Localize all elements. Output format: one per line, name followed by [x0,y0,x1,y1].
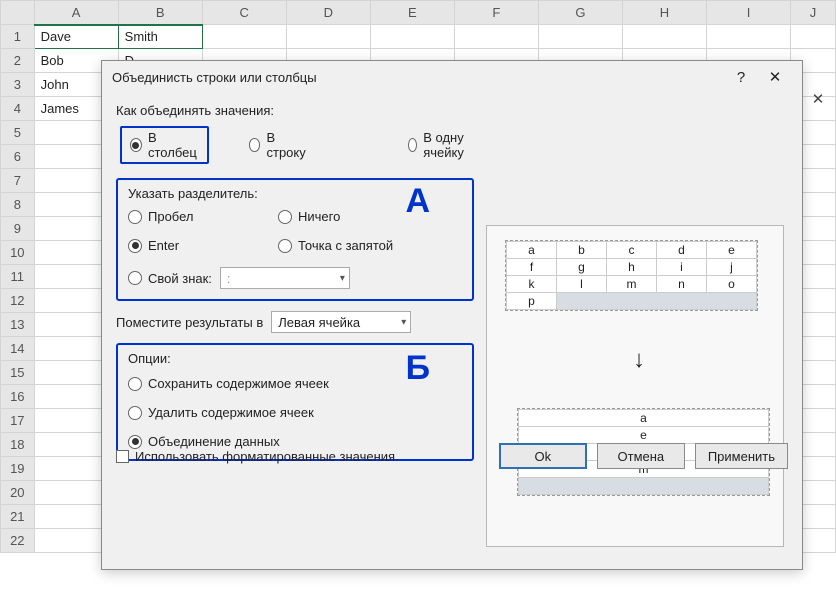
result-location-select[interactable]: Левая ячейка ▾ [271,311,411,333]
radio-sep-enter[interactable]: Enter [128,238,278,253]
cell[interactable] [286,25,370,49]
checkbox-use-formatted[interactable]: Использовать форматированные значения. [116,449,399,464]
col-header[interactable]: B [118,1,202,25]
annotation-letter-a: А [405,182,430,221]
radio-sep-custom[interactable]: Свой знак: [128,271,212,286]
cell[interactable] [706,25,790,49]
checkbox-icon [116,450,129,463]
row-header[interactable]: 21 [1,505,35,529]
how-label: Как объединять значения: [116,103,474,118]
custom-separator-input[interactable]: : ▾ [220,267,350,289]
radio-label: Удалить содержимое ячеек [148,405,314,420]
row-header[interactable]: 9 [1,217,35,241]
col-header[interactable]: F [454,1,538,25]
radio-label: Свой знак: [148,271,212,286]
row-header[interactable]: 16 [1,385,35,409]
radio-label: Ничего [298,209,340,224]
merge-dialog: Объединисть строки или столбцы ? ✕ Как о… [101,60,803,570]
row-header[interactable]: 15 [1,361,35,385]
col-header[interactable]: C [202,1,286,25]
radio-merge-row[interactable]: В строку [249,130,308,160]
cell[interactable] [622,25,706,49]
col-header[interactable]: J [791,1,836,25]
radio-label: В строку [266,130,308,160]
preview-source-table: abcde fghij klmno p [505,240,758,311]
row-header[interactable]: 8 [1,193,35,217]
checkbox-label: Использовать форматированные значения. [135,449,399,464]
row-header[interactable]: 3 [1,73,35,97]
preview-panel: abcde fghij klmno p ↓ a e i m [486,225,784,547]
row-header[interactable]: 6 [1,145,35,169]
radio-sep-space[interactable]: Пробел [128,209,278,224]
cell[interactable] [791,25,836,49]
close-icon[interactable]: ✕ [758,64,792,90]
apply-button[interactable]: Применить [695,443,788,469]
col-header[interactable]: D [286,1,370,25]
radio-icon [130,138,142,152]
radio-sep-semicolon[interactable]: Точка с запятой [278,238,478,253]
chevron-down-icon: ▾ [401,317,406,328]
radio-icon [408,138,417,152]
corner-cell[interactable] [1,1,35,25]
row-header[interactable]: 10 [1,241,35,265]
row-header[interactable]: 12 [1,289,35,313]
separator-group: А Указать разделитель: Пробел Ничего Ent… [116,178,474,301]
radio-label: Точка с запятой [298,238,393,253]
dialog-title: Объединисть строки или столбцы [112,70,724,85]
radio-label: Пробел [148,209,194,224]
cell[interactable] [538,25,622,49]
row-header[interactable]: 19 [1,457,35,481]
chevron-down-icon: ▾ [340,273,345,284]
radio-icon [249,138,261,152]
result-label: Поместите результаты в [116,315,263,330]
radio-label: Enter [148,238,179,253]
custom-separator-value: : [227,271,231,286]
ok-button[interactable]: Ok [499,443,587,469]
radio-merge-column[interactable]: В столбец [120,126,209,164]
radio-label: В столбец [148,130,199,160]
cell[interactable] [202,25,286,49]
row-header[interactable]: 7 [1,169,35,193]
row-header[interactable]: 5 [1,121,35,145]
radio-sep-nothing[interactable]: Ничего [278,209,478,224]
row-header[interactable]: 20 [1,481,35,505]
background-close-icon[interactable]: ✕ [804,88,832,110]
row-header[interactable]: 13 [1,313,35,337]
col-header[interactable]: E [370,1,454,25]
col-header[interactable]: G [538,1,622,25]
cell[interactable] [370,25,454,49]
cell[interactable]: Dave [34,25,118,49]
row-header[interactable]: 1 [1,25,35,49]
col-header[interactable]: A [34,1,118,25]
row-header[interactable]: 2 [1,49,35,73]
row-header[interactable]: 4 [1,97,35,121]
result-location-value: Левая ячейка [278,315,360,330]
help-button[interactable]: ? [724,64,758,90]
row-header[interactable]: 17 [1,409,35,433]
cell[interactable] [454,25,538,49]
radio-merge-cell[interactable]: В одну ячейку [408,130,474,160]
arrow-down-icon: ↓ [633,346,645,374]
col-header[interactable]: H [622,1,706,25]
dialog-titlebar: Объединисть строки или столбцы ? ✕ [102,61,802,93]
row-header[interactable]: 14 [1,337,35,361]
radio-option-clear[interactable]: Удалить содержимое ячеек [128,405,462,420]
annotation-letter-b: Б [406,349,430,388]
radio-label: Сохранить содержимое ячеек [148,376,329,391]
row-header[interactable]: 11 [1,265,35,289]
row-header[interactable]: 22 [1,529,35,553]
row-header[interactable]: 18 [1,433,35,457]
radio-label: В одну ячейку [423,130,474,160]
cell[interactable]: Smith [118,25,202,49]
cancel-button[interactable]: Отмена [597,443,685,469]
col-header[interactable]: I [706,1,790,25]
